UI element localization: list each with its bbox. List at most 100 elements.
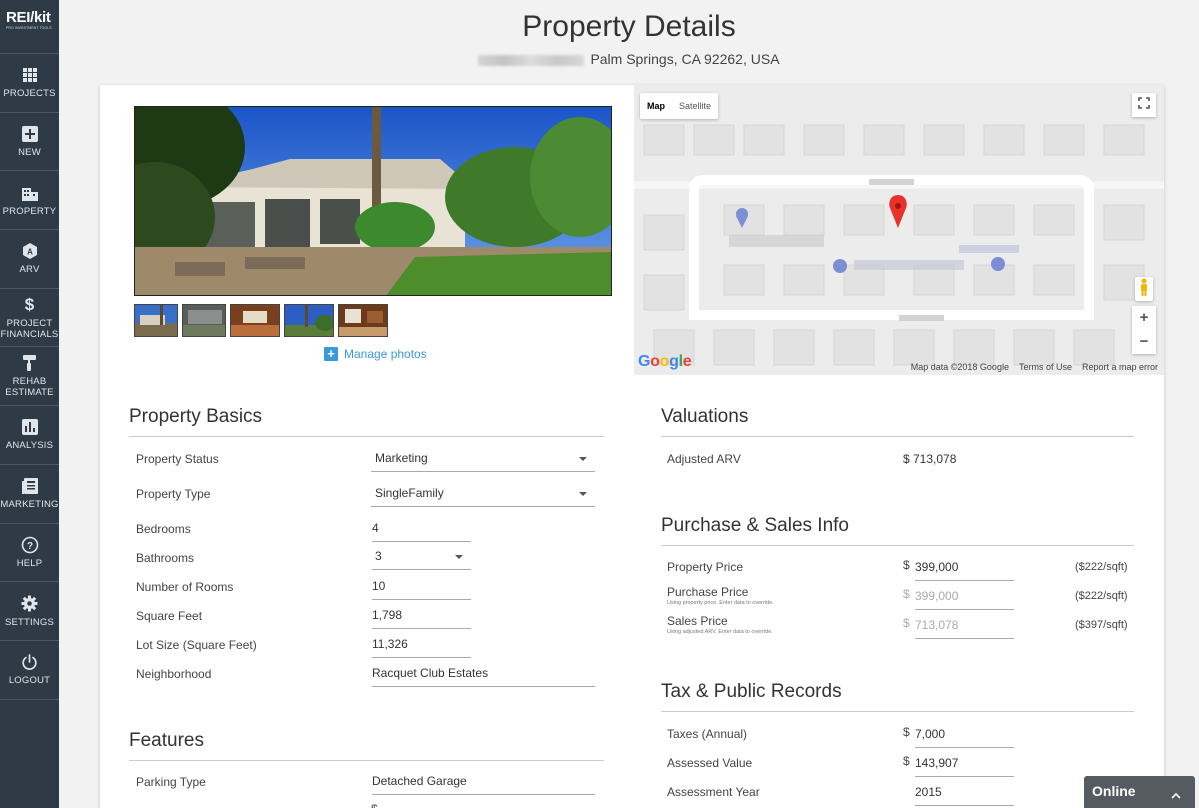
- bedrooms-field[interactable]: 4: [372, 520, 471, 542]
- sidebar-item-marketing[interactable]: MARKETING: [0, 465, 59, 524]
- property-type-select[interactable]: SingleFamily: [371, 485, 595, 507]
- photo-thumbnail[interactable]: [338, 304, 388, 337]
- map-tab-satellite[interactable]: Satellite: [672, 93, 718, 119]
- property-status-label: Property Status: [136, 452, 219, 466]
- redacted-street-address: [478, 54, 585, 66]
- manage-photos-label: Manage photos: [344, 347, 427, 361]
- photo-thumbnail[interactable]: [182, 304, 226, 337]
- sidebar-item-new[interactable]: NEW: [0, 113, 59, 172]
- report-map-error-link[interactable]: Report a map error: [1082, 362, 1158, 372]
- assessment-year-label: Assessment Year: [667, 785, 760, 799]
- map-data-credit: Map data ©2018 Google: [910, 362, 1009, 372]
- sidebar-item-arv[interactable]: A ARV: [0, 230, 59, 289]
- brand-name: REI/kit: [6, 9, 51, 26]
- photo-thumbnail[interactable]: [230, 304, 280, 337]
- property-price-field[interactable]: 399,000: [915, 559, 1014, 581]
- pegman-icon: [1139, 278, 1149, 301]
- purchase-price-field[interactable]: 399,000: [915, 588, 1014, 610]
- map-widget[interactable]: Map Satellite + − Google Map data ©2018 …: [634, 85, 1164, 375]
- fullscreen-button[interactable]: [1132, 93, 1156, 117]
- bathrooms-value: 3: [375, 549, 382, 563]
- property-price-label: Property Price: [667, 560, 744, 574]
- sales-price-hint: Using adjusted ARV. Enter data to overri…: [667, 629, 773, 635]
- bathrooms-select[interactable]: 3: [372, 548, 471, 570]
- taxes-annual-field[interactable]: 7,000: [915, 726, 1014, 748]
- section-title-valuations: Valuations: [661, 406, 749, 427]
- zoom-out-button[interactable]: −: [1132, 330, 1156, 354]
- sidebar-item-settings[interactable]: SETTINGS: [0, 582, 59, 641]
- main-property-photo[interactable]: [134, 106, 612, 296]
- section-title-property-basics: Property Basics: [129, 406, 263, 427]
- sidebar-item-label: NEW: [18, 147, 41, 159]
- parking-type-label: Parking Type: [136, 775, 206, 789]
- sidebar-item-project-financials[interactable]: $ PROJECT FINANCIALS: [0, 289, 59, 348]
- parking-type-value: Detached Garage: [372, 774, 467, 788]
- property-type-label: Property Type: [136, 487, 211, 501]
- divider: [129, 436, 604, 437]
- property-price-value: 399,000: [915, 560, 959, 574]
- manage-photos-link[interactable]: + Manage photos: [324, 347, 427, 361]
- sidebar-item-label: PROJECT FINANCIALS: [0, 317, 59, 340]
- currency-symbol: $: [903, 725, 910, 739]
- assessed-value-field[interactable]: 143,907: [915, 755, 1014, 777]
- sidebar-item-projects[interactable]: PROJECTS: [0, 54, 59, 113]
- paint-roller-icon: [21, 354, 39, 372]
- page-title: Property Details: [522, 10, 736, 43]
- sales-price-field[interactable]: 713,078: [915, 617, 1014, 639]
- arv-icon: A: [21, 242, 39, 260]
- purchase-price-hint: Using property price. Enter data to over…: [667, 600, 774, 606]
- adjusted-arv-value: $ 713,078: [903, 452, 957, 466]
- lot-size-value: 11,326: [372, 637, 408, 651]
- google-logo: Google: [638, 353, 692, 370]
- map-footer: Map data ©2018 Google Terms of Use Repor…: [911, 362, 1158, 372]
- sidebar-item-logout[interactable]: LOGOUT: [0, 641, 59, 700]
- dollar-icon: $: [24, 294, 35, 314]
- sidebar-item-help[interactable]: ? HELP: [0, 524, 59, 583]
- terms-of-use-link[interactable]: Terms of Use: [1019, 362, 1072, 372]
- map-tab-map[interactable]: Map: [640, 93, 672, 119]
- property-status-value: Marketing: [375, 451, 428, 465]
- sidebar-item-label: PROPERTY: [2, 205, 57, 217]
- svg-text:?: ?: [26, 541, 32, 552]
- assessed-value-label: Assessed Value: [667, 756, 753, 770]
- parking-type-field[interactable]: Detached Garage: [372, 773, 595, 795]
- rooms-value: 10: [372, 579, 386, 593]
- purchase-price-per-sqft: ($222/sqft): [1075, 590, 1128, 602]
- sidebar-item-property[interactable]: PROPERTY: [0, 171, 59, 231]
- lot-size-field[interactable]: 11,326: [372, 636, 471, 658]
- sidebar-item-label: LOGOUT: [8, 675, 51, 687]
- brand-tagline: PRO INVESTMENT TOOLS: [6, 26, 52, 30]
- neighborhood-field[interactable]: Racquet Club Estates: [372, 665, 595, 687]
- purchase-price-label: Purchase Price: [667, 585, 749, 599]
- chat-status-label: Online: [1092, 783, 1136, 799]
- address-city: Palm Springs, CA 92262, USA: [590, 51, 780, 67]
- svg-text:A: A: [27, 248, 33, 257]
- divider: [129, 760, 604, 761]
- sales-price-per-sqft: ($397/sqft): [1075, 619, 1128, 631]
- assessment-year-field[interactable]: 2015: [915, 784, 1014, 806]
- rooms-label: Number of Rooms: [136, 580, 234, 594]
- sidebar-item-label: HELP: [16, 557, 43, 569]
- section-title-features: Features: [129, 730, 204, 751]
- section-title-tax-records: Tax & Public Records: [661, 681, 842, 702]
- square-feet-field[interactable]: 1,798: [372, 607, 471, 629]
- photo-thumbnail[interactable]: [284, 304, 334, 337]
- street-view-pegman[interactable]: [1135, 277, 1153, 301]
- bedrooms-value: 4: [372, 521, 379, 535]
- lot-size-label: Lot Size (Square Feet): [136, 638, 257, 652]
- rooms-field[interactable]: 10: [372, 578, 471, 600]
- building-icon: [21, 184, 39, 202]
- photo-thumbnail[interactable]: [134, 304, 178, 337]
- sidebar-item-rehab-estimate[interactable]: REHAB ESTIMATE: [0, 347, 59, 407]
- app-logo[interactable]: REI/kit PRO INVESTMENT TOOLS: [0, 0, 59, 54]
- neighborhood-value: Racquet Club Estates: [372, 666, 489, 680]
- sidebar-item-label: SETTINGS: [4, 616, 55, 628]
- plus-box-icon: [21, 125, 39, 143]
- plus-icon: +: [324, 347, 338, 361]
- divider: [661, 545, 1134, 546]
- sidebar-item-analysis[interactable]: ANALYSIS: [0, 406, 59, 465]
- online-chat-widget[interactable]: Online: [1084, 776, 1195, 808]
- zoom-in-button[interactable]: +: [1132, 306, 1156, 330]
- property-status-select[interactable]: Marketing: [371, 450, 595, 472]
- taxes-annual-label: Taxes (Annual): [667, 727, 748, 741]
